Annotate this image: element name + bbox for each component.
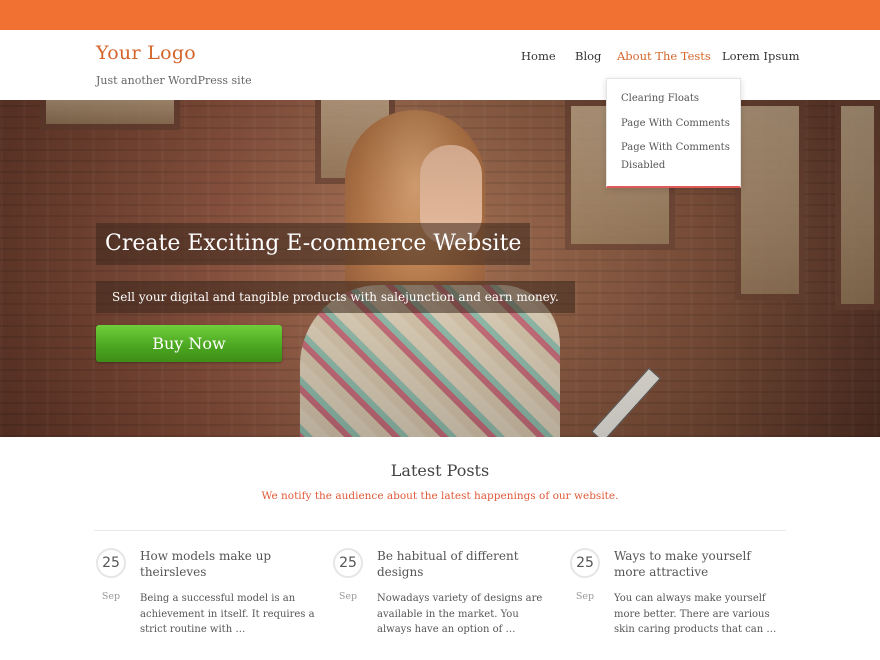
post-title[interactable]: Be habitual of different designs [377, 549, 547, 580]
post-excerpt: Nowadays variety of designs are availabl… [377, 593, 543, 635]
nav-item-blog[interactable]: Blog [575, 49, 601, 63]
nav-item-home[interactable]: Home [521, 49, 556, 63]
hero-title: Create Exciting E-commerce Website [96, 223, 531, 265]
post-card: 25 Sep Ways to make yourself more attrac… [570, 548, 780, 648]
section-divider [94, 530, 786, 531]
latest-posts-subtitle: We notify the audience about the latest … [261, 490, 619, 502]
post-title[interactable]: How models make up theirsleves [140, 549, 310, 580]
post-date-month: Sep [338, 591, 358, 602]
hero-banner: Create Exciting E-commerce Website Sell … [0, 100, 880, 437]
hero-subtitle: Sell your digital and tangible products … [96, 281, 575, 313]
site-tagline: Just another WordPress site [96, 74, 252, 87]
post-excerpt: You can always make yourself more better… [614, 593, 777, 635]
post-card: 25 Sep Be habitual of different designs … [333, 548, 543, 648]
dropdown-item-page-with-comments-disabled[interactable]: Page With Comments Disabled [621, 139, 733, 175]
nav-item-lorem-ipsum[interactable]: Lorem Ipsum [722, 49, 800, 63]
about-dropdown-menu: Clearing Floats Page With Comments Page … [606, 78, 741, 188]
site-header: Your Logo Just another WordPress site Ho… [0, 30, 880, 100]
post-date-day: 25 [96, 548, 126, 578]
top-accent-bar [0, 0, 880, 30]
dropdown-item-page-with-comments[interactable]: Page With Comments [621, 115, 733, 133]
buy-now-button[interactable]: Buy Now [96, 325, 282, 362]
post-title[interactable]: Ways to make yourself more attractive [614, 549, 784, 580]
post-date-month: Sep [575, 591, 595, 602]
post-date-day: 25 [333, 548, 363, 578]
hero-vignette [0, 100, 880, 437]
post-date-day: 25 [570, 548, 600, 578]
post-card: 25 Sep How models make up theirsleves Be… [96, 548, 315, 648]
post-excerpt: Being a successful model is an achieveme… [140, 593, 315, 635]
latest-posts-heading: Latest Posts [390, 461, 490, 480]
nav-item-about-the-tests[interactable]: About The Tests [617, 49, 711, 63]
main-nav: Home Blog About The Tests Lorem Ipsum [0, 49, 880, 69]
post-date-month: Sep [101, 591, 121, 602]
dropdown-item-clearing-floats[interactable]: Clearing Floats [621, 90, 733, 108]
